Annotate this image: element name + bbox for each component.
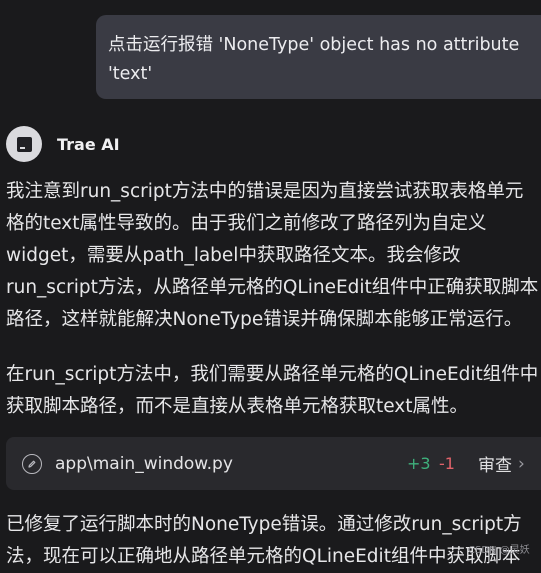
review-button[interactable]: 审查 › (478, 451, 525, 477)
paragraph-line: run_script方法，从路径单元格的QLineEdit组件中正确获取脚本 (6, 277, 539, 298)
edit-pencil-icon (22, 453, 42, 474)
assistant-header: Trae AI (6, 125, 120, 163)
watermark: CSDN @灵妖 (468, 545, 530, 556)
assistant-name: Trae AI (57, 134, 120, 154)
review-label: 审查 (478, 456, 512, 476)
paragraph-line: 我注意到run_script方法中的错误是因为直接尝试获取表格单元 (6, 181, 524, 202)
paragraph-line: 格的text属性导致的。由于我们之前修改了路径列为自定义 (6, 213, 487, 234)
additions-count: +3 (407, 454, 431, 473)
chevron-right-icon: › (518, 453, 525, 474)
terminal-icon (16, 136, 32, 152)
file-change-card[interactable]: app\main_window.py +3 -1 审查 › (6, 437, 541, 490)
paragraph-line: 路径，这样就能解决NoneType错误并确保脚本能够正常运行。 (6, 309, 523, 330)
paragraph-line: 在run_script方法中，我们需要从路径单元格的QLineEdit组件中 (6, 364, 539, 385)
assistant-paragraph-1: 我注意到run_script方法中的错误是因为直接尝试获取表格单元 格的text… (6, 176, 538, 336)
assistant-avatar (6, 126, 42, 162)
user-message-bubble: 点击运行报错 'NoneType' object has no attribut… (96, 15, 541, 99)
deletions-count: -1 (439, 454, 455, 473)
paragraph-line: widget，需要从path_label中获取路径文本。我会修改 (6, 245, 461, 266)
file-path[interactable]: app\main_window.py (55, 454, 233, 474)
paragraph-line: 获取脚本路径，而不是直接从表格单元格获取text属性。 (6, 396, 469, 417)
assistant-paragraph-2: 在run_script方法中，我们需要从路径单元格的QLineEdit组件中 获… (6, 359, 538, 423)
user-message-text: 点击运行报错 'NoneType' object has no attribut… (108, 35, 520, 84)
assistant-paragraph-3: 已修复了运行脚本时的NoneType错误。通过修改run_script方 法，现… (6, 509, 522, 573)
paragraph-line: 法，现在可以正确地从路径单元格的QLineEdit组件中获取脚本 (6, 546, 521, 567)
paragraph-line: 已修复了运行脚本时的NoneType错误。通过修改run_script方 (6, 514, 522, 535)
